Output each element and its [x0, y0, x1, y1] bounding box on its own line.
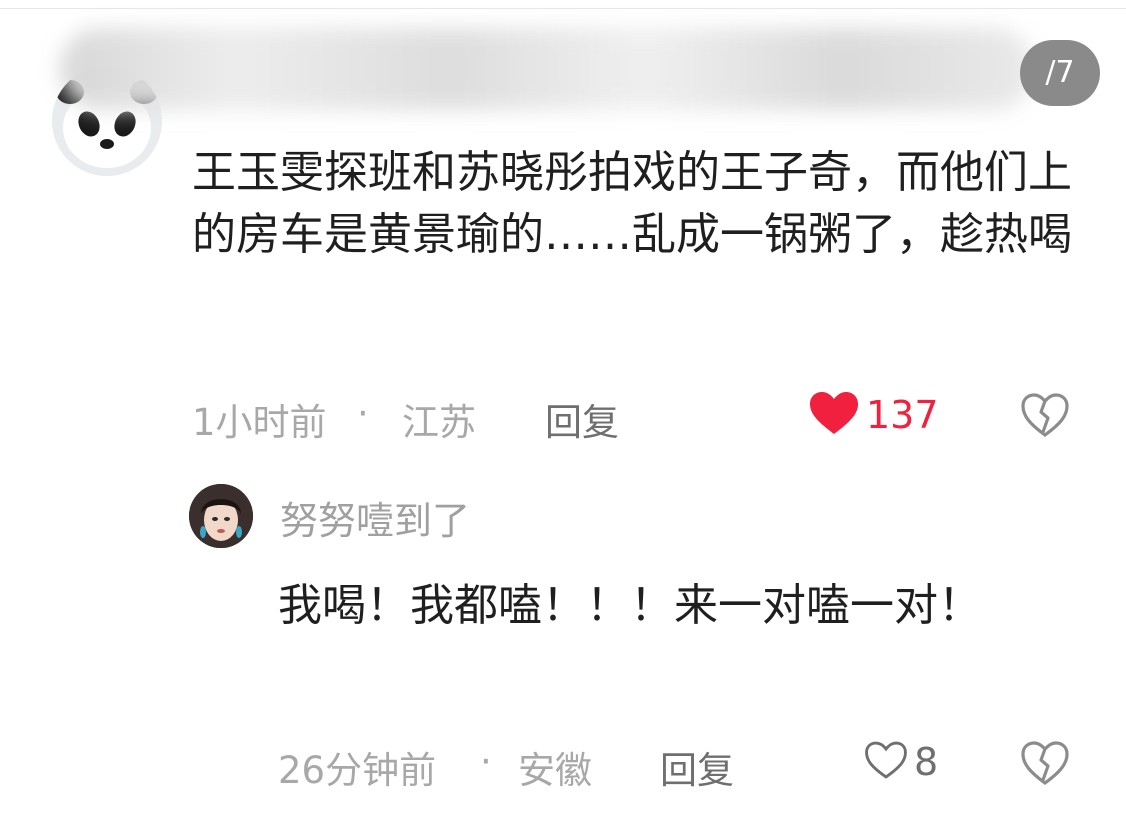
like-button[interactable]: 137	[808, 390, 939, 440]
blurred-username	[60, 28, 1035, 110]
reply-text: 我喝！我都嗑！！！来一对嗑一对！	[278, 580, 982, 631]
reply-like-button[interactable]: 8	[864, 740, 938, 784]
comment-text: 王玉雯探班和苏晓彤拍戏的王子奇，而他们上的房车是黄景瑜的……乱成一锅粥了，趁热喝	[192, 147, 1072, 260]
reply-reply-button[interactable]: 回复	[660, 740, 734, 794]
reply-like-count: 8	[914, 740, 939, 784]
meta-separator: ·	[357, 392, 369, 435]
top-divider	[0, 0, 1126, 9]
reply-meta-separator: ·	[480, 740, 492, 783]
broken-heart-icon	[1020, 393, 1070, 442]
dislike-button[interactable]	[1020, 392, 1070, 438]
heart-outline-icon	[864, 740, 908, 784]
comment-location: 江苏	[402, 401, 476, 444]
reply-username[interactable]: 努努噎到了	[280, 490, 470, 545]
reply-time: 26分钟前	[278, 749, 437, 792]
reply-avatar[interactable]	[189, 484, 253, 548]
reply-location: 安徽	[518, 749, 592, 792]
heart-filled-icon	[808, 390, 860, 440]
like-count: 137	[866, 393, 939, 437]
reply-dislike-button[interactable]	[1020, 740, 1070, 786]
reply-button[interactable]: 回复	[545, 392, 619, 446]
page-counter: /7	[1020, 40, 1100, 106]
broken-heart-icon	[1020, 741, 1070, 790]
comment-time: 1小时前	[192, 401, 327, 444]
